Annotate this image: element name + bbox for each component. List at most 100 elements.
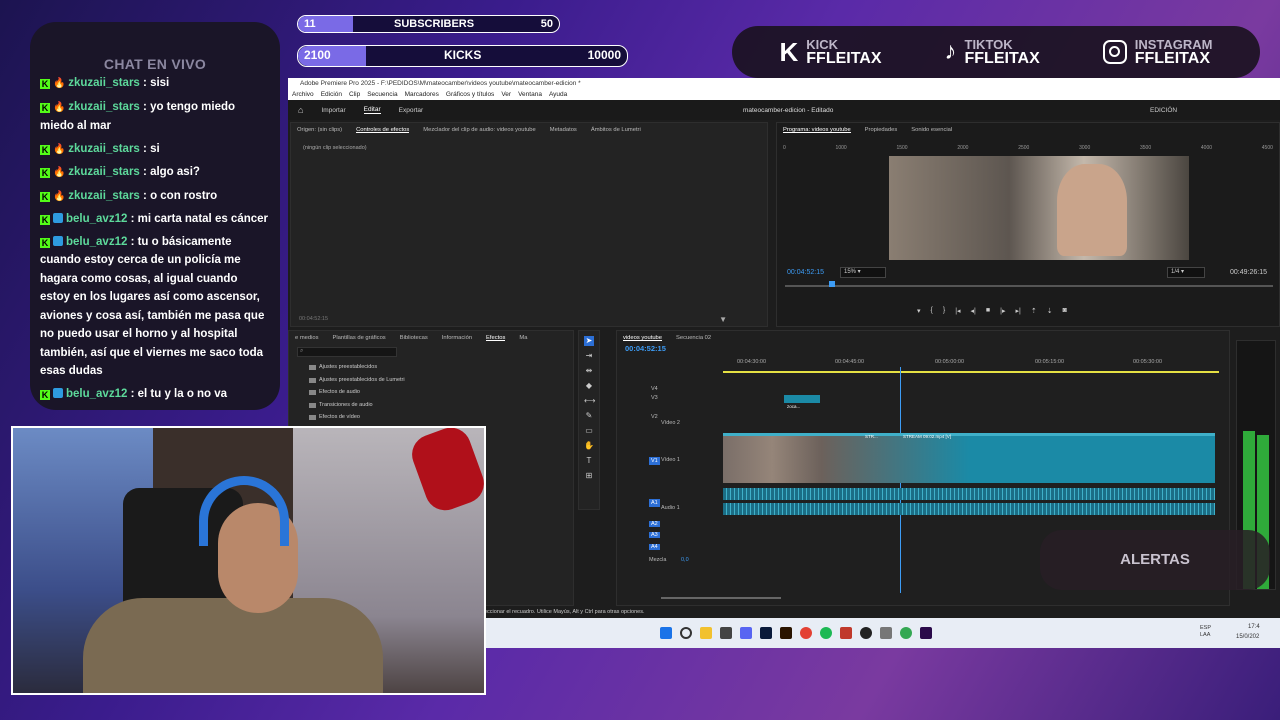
chrome-icon[interactable] bbox=[800, 627, 812, 639]
tab-lumetri[interactable]: Ámbitos de Lumetri bbox=[591, 127, 641, 133]
video-clip[interactable]: zoca... bbox=[784, 395, 820, 409]
program-scrubber[interactable] bbox=[785, 285, 1273, 287]
pen-icon[interactable]: ✎ bbox=[584, 411, 594, 421]
discord-icon[interactable] bbox=[740, 627, 752, 639]
mix-value[interactable]: 0,0 bbox=[681, 557, 689, 563]
go-to-out-icon[interactable]: ▸| bbox=[1015, 307, 1020, 315]
home-icon[interactable]: ⌂ bbox=[298, 105, 303, 115]
camera-icon[interactable]: ◙ bbox=[1063, 307, 1067, 315]
tab-plantillas[interactable]: Plantillas de gráficos bbox=[333, 335, 386, 341]
extract-icon[interactable]: ⇣ bbox=[1047, 307, 1053, 315]
track-v4[interactable]: V4 bbox=[651, 386, 658, 392]
rectangle-icon[interactable]: ▭ bbox=[584, 426, 594, 436]
chat-message: K 🔥 zkuzaii_stars : o con rostro bbox=[40, 187, 270, 207]
effects-folder[interactable]: Transiciones de audio bbox=[289, 399, 573, 412]
track-a4[interactable]: A4 bbox=[649, 544, 660, 550]
effects-folder[interactable]: Ajustes preestablecidos de Lumetri bbox=[289, 374, 573, 387]
track-a3[interactable]: A3 bbox=[649, 532, 660, 538]
menu-marcadores[interactable]: Marcadores bbox=[405, 90, 439, 100]
lift-icon[interactable]: ⇡ bbox=[1031, 307, 1037, 315]
timeline-scrollbar[interactable] bbox=[661, 597, 781, 599]
track-a1[interactable]: A1 bbox=[649, 499, 660, 507]
tab-efectos[interactable]: Efectos bbox=[486, 335, 506, 341]
tab-secuencia-02[interactable]: Secuencia 02 bbox=[676, 335, 711, 341]
zoom-select[interactable]: 15% ▾ bbox=[840, 267, 886, 278]
tab-bibliotecas[interactable]: Bibliotecas bbox=[400, 335, 428, 341]
search-icon[interactable] bbox=[680, 627, 692, 639]
type-icon[interactable]: T bbox=[584, 456, 594, 466]
tab-informacion[interactable]: Información bbox=[442, 335, 472, 341]
effects-folder[interactable]: Ajustes preestablecidos bbox=[289, 361, 573, 374]
track-v1[interactable]: V1 bbox=[649, 457, 660, 465]
menu-secuencia[interactable]: Secuencia bbox=[367, 90, 397, 100]
premiere-icon[interactable] bbox=[920, 627, 932, 639]
obs-icon[interactable] bbox=[860, 627, 872, 639]
stop-icon[interactable]: ■ bbox=[986, 307, 990, 315]
sub-badge-icon bbox=[53, 235, 63, 246]
tray-date[interactable]: 15/0/202 bbox=[1236, 634, 1259, 640]
menu-clip[interactable]: Clip bbox=[349, 90, 360, 100]
illustrator-icon[interactable] bbox=[780, 627, 792, 639]
ripple-edit-icon[interactable]: ⇹ bbox=[584, 366, 594, 376]
app-icon[interactable] bbox=[880, 627, 892, 639]
track-select-icon[interactable]: ⇥ bbox=[584, 351, 594, 361]
audio-clip[interactable] bbox=[723, 503, 1215, 515]
quality-select[interactable]: 1/4 ▾ bbox=[1167, 267, 1205, 278]
filter-icon[interactable]: ▼ bbox=[719, 315, 727, 324]
track-v3[interactable]: V3 bbox=[651, 395, 658, 401]
marker-icon[interactable]: ▾ bbox=[917, 307, 921, 315]
nav-exportar[interactable]: Exportar bbox=[399, 107, 424, 114]
mark-in-icon[interactable]: { bbox=[931, 307, 933, 315]
playhead-marker[interactable] bbox=[829, 281, 835, 287]
tab-metadatos[interactable]: Metadatos bbox=[550, 127, 577, 133]
tab-propiedades[interactable]: Propiedades bbox=[865, 127, 898, 133]
menu-ayuda[interactable]: Ayuda bbox=[549, 90, 567, 100]
tab-sonido-esencial[interactable]: Sonido esencial bbox=[911, 127, 952, 133]
menu-ver[interactable]: Ver bbox=[501, 90, 511, 100]
chat-message: K 🔥 zkuzaii_stars : yo tengo miedo miedo … bbox=[40, 98, 270, 136]
selection-tool-icon[interactable]: ➤ bbox=[584, 336, 594, 346]
hand-icon[interactable]: ✋ bbox=[584, 441, 594, 451]
menu-graficos[interactable]: Gráficos y títulos bbox=[446, 90, 494, 100]
tab-controles-efectos[interactable]: Controles de efectos bbox=[356, 127, 410, 133]
tab-programa[interactable]: Programa: videos youtube bbox=[783, 127, 851, 133]
nav-importar[interactable]: Importar bbox=[321, 107, 345, 114]
razor-icon[interactable]: ◆ bbox=[584, 381, 594, 391]
tray-time[interactable]: 17:4 bbox=[1248, 624, 1260, 630]
photoshop-icon[interactable] bbox=[760, 627, 772, 639]
step-back-icon[interactable]: ◂| bbox=[971, 307, 976, 315]
caption-icon[interactable]: ⊞ bbox=[584, 471, 594, 481]
step-forward-icon[interactable]: |▸ bbox=[1000, 307, 1005, 315]
workspace-label[interactable]: EDICIÓN bbox=[1150, 107, 1177, 114]
chat-username: belu_avz12 bbox=[66, 387, 128, 400]
menu-archivo[interactable]: Archivo bbox=[292, 90, 314, 100]
nav-editar[interactable]: Editar bbox=[363, 106, 381, 114]
tab-medios[interactable]: e medios bbox=[295, 335, 319, 341]
menu-ventana[interactable]: Ventana bbox=[518, 90, 542, 100]
tab-mezclador[interactable]: Mezclador del clip de audio: videos yout… bbox=[423, 127, 535, 133]
chrome-icon[interactable] bbox=[900, 627, 912, 639]
slip-icon[interactable]: ⟷ bbox=[584, 396, 595, 406]
tab-origen[interactable]: Origen: (sin clips) bbox=[297, 127, 342, 133]
file-explorer-icon[interactable] bbox=[700, 627, 712, 639]
effects-folder[interactable]: Efectos de audio bbox=[289, 386, 573, 399]
spotify-icon[interactable] bbox=[820, 627, 832, 639]
go-to-in-icon[interactable]: |◂ bbox=[955, 307, 960, 315]
tab-videos-youtube[interactable]: videos youtube bbox=[623, 335, 662, 341]
effects-search-input[interactable]: ⌕ bbox=[297, 347, 397, 357]
subscribers-label: SUBSCRIBERS bbox=[394, 18, 475, 30]
tab-ma[interactable]: Ma bbox=[519, 335, 527, 341]
windows-start-icon[interactable] bbox=[660, 627, 672, 639]
track-a2[interactable]: A2 bbox=[649, 521, 660, 527]
video-clip-track-v1[interactable]: STR... STREAM 09:02.mp4 [V] bbox=[723, 433, 1215, 483]
transport-controls: ▾ { } |◂ ◂| ■ |▸ ▸| ⇡ ⇣ ◙ bbox=[917, 307, 1067, 315]
menu-edicion[interactable]: Edición bbox=[321, 90, 342, 100]
tray-lang[interactable]: ESP LAA bbox=[1200, 625, 1211, 639]
effects-folder[interactable]: Efectos de vídeo bbox=[289, 411, 573, 424]
work-area-bar[interactable] bbox=[723, 371, 1219, 373]
track-v2[interactable]: V2 bbox=[651, 414, 658, 420]
app-icon[interactable] bbox=[840, 627, 852, 639]
audio-clip[interactable] bbox=[723, 488, 1215, 500]
folder-icon[interactable] bbox=[720, 627, 732, 639]
mark-out-icon[interactable]: } bbox=[943, 307, 945, 315]
